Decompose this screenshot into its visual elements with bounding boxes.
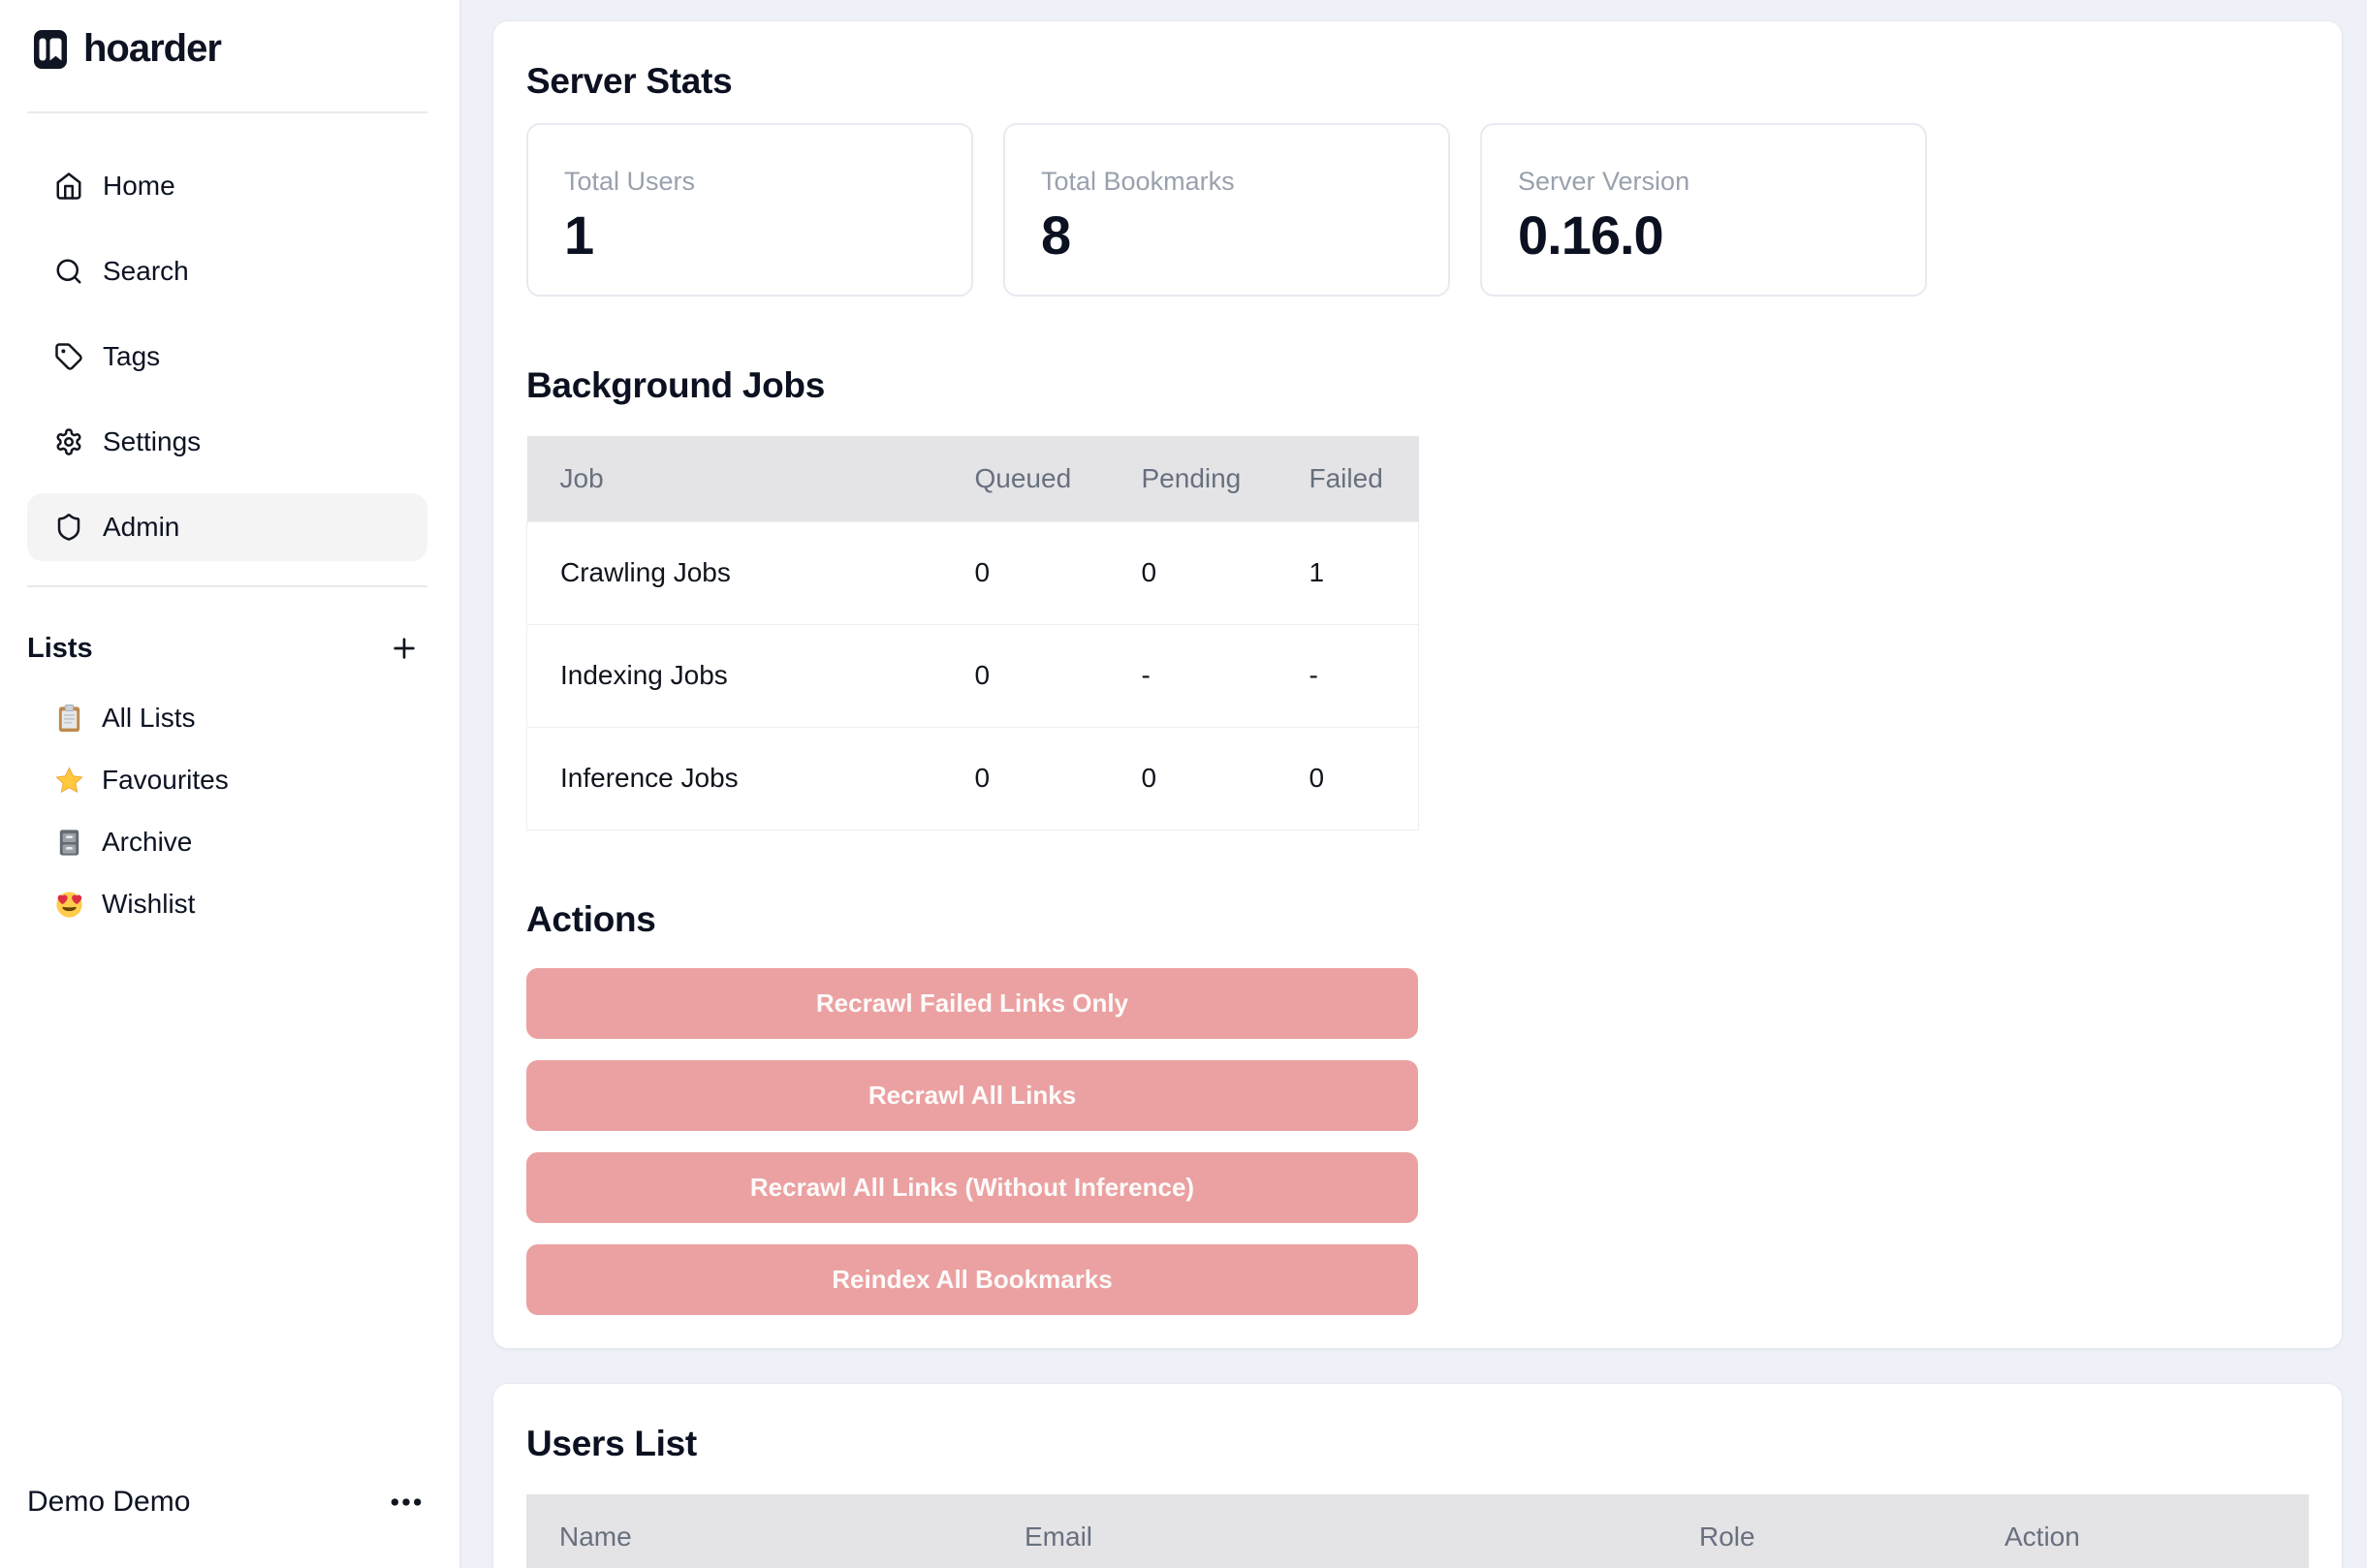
main-content: Server Stats Total Users 1 Total Bookmar…	[461, 0, 2367, 1568]
stat-card-total-bookmarks: Total Bookmarks 8	[1003, 123, 1450, 297]
stat-value: 0.16.0	[1518, 205, 1925, 266]
cell-job-name: Indexing Jobs	[527, 624, 975, 727]
heart-eyes-emoji-icon	[54, 890, 84, 920]
sidebar-item-home[interactable]: Home	[27, 152, 427, 220]
list-item-label: Favourites	[102, 765, 229, 796]
stat-card-server-version: Server Version 0.16.0	[1480, 123, 1927, 297]
sidebar-divider-top	[27, 111, 427, 113]
table-header-row: Job Queued Pending Failed	[527, 436, 1419, 521]
sidebar-item-settings[interactable]: Settings	[27, 408, 427, 476]
list-item-label: Wishlist	[102, 889, 195, 920]
list-item-all-lists[interactable]: All Lists	[27, 691, 427, 745]
sidebar: hoarder Home Search Tags Settings A	[0, 0, 461, 1568]
column-header-action: Action	[2004, 1494, 2309, 1568]
users-list-card: Users List Name Email Role Action	[492, 1383, 2343, 1568]
user-row: Demo Demo	[27, 1473, 427, 1531]
user-name: Demo Demo	[27, 1486, 190, 1519]
recrawl-failed-links-button[interactable]: Recrawl Failed Links Only	[526, 968, 1418, 1039]
home-icon	[54, 172, 83, 201]
table-row-indexing-jobs: Indexing Jobs 0 - -	[527, 624, 1419, 727]
lists: All Lists Favourites Archive	[27, 691, 427, 931]
ellipsis-icon	[385, 1483, 427, 1521]
server-stats-heading: Server Stats	[526, 60, 2309, 103]
background-jobs-table: Job Queued Pending Failed Crawling Jobs …	[526, 436, 1419, 831]
plus-icon	[389, 633, 420, 664]
cell-queued: 0	[975, 624, 1142, 727]
background-jobs-heading: Background Jobs	[526, 364, 2309, 407]
cell-failed: 0	[1310, 727, 1419, 830]
actions-list: Recrawl Failed Links Only Recrawl All Li…	[526, 968, 1418, 1315]
cell-job-name: Crawling Jobs	[527, 521, 975, 624]
recrawl-all-links-without-inference-button[interactable]: Recrawl All Links (Without Inference)	[526, 1152, 1418, 1223]
admin-panel-card: Server Stats Total Users 1 Total Bookmar…	[492, 20, 2343, 1349]
column-header-email: Email	[1025, 1494, 1699, 1568]
list-item-label: All Lists	[102, 703, 195, 734]
sidebar-item-search[interactable]: Search	[27, 237, 427, 305]
stat-label: Total Bookmarks	[1041, 166, 1448, 197]
stat-label: Total Users	[564, 166, 971, 197]
list-item-favourites[interactable]: Favourites	[27, 753, 427, 807]
sidebar-item-tags[interactable]: Tags	[27, 323, 427, 391]
sidebar-item-label: Search	[103, 256, 189, 287]
stat-value: 8	[1041, 205, 1448, 266]
tag-icon	[54, 342, 83, 371]
stat-card-total-users: Total Users 1	[526, 123, 973, 297]
hoarder-logo-icon	[34, 30, 67, 69]
cell-queued: 0	[975, 521, 1142, 624]
star-emoji-icon	[54, 766, 84, 796]
sidebar-item-label: Tags	[103, 341, 160, 372]
sidebar-divider-lists	[27, 585, 427, 587]
column-header-pending: Pending	[1142, 436, 1310, 521]
app-title: hoarder	[83, 27, 221, 71]
clipboard-emoji-icon	[54, 704, 84, 734]
settings-icon	[54, 427, 83, 456]
list-item-label: Archive	[102, 827, 192, 858]
list-item-archive[interactable]: Archive	[27, 815, 427, 869]
app-logo[interactable]: hoarder	[34, 27, 427, 71]
server-stats-row: Total Users 1 Total Bookmarks 8 Server V…	[526, 123, 2309, 297]
users-table: Name Email Role Action	[526, 1494, 2309, 1568]
column-header-queued: Queued	[975, 436, 1142, 521]
shield-icon	[54, 513, 83, 542]
file-cabinet-emoji-icon	[54, 828, 84, 858]
list-item-wishlist[interactable]: Wishlist	[27, 877, 427, 931]
cell-failed: -	[1310, 624, 1419, 727]
user-menu-button[interactable]	[385, 1483, 427, 1521]
app-root: hoarder Home Search Tags Settings A	[0, 0, 2367, 1568]
lists-header: Lists	[27, 629, 427, 668]
sidebar-nav: Home Search Tags Settings Admin	[27, 152, 427, 561]
column-header-failed: Failed	[1310, 436, 1419, 521]
cell-job-name: Inference Jobs	[527, 727, 975, 830]
cell-pending: 0	[1142, 521, 1310, 624]
actions-heading: Actions	[526, 898, 2309, 941]
reindex-all-bookmarks-button[interactable]: Reindex All Bookmarks	[526, 1244, 1418, 1315]
search-icon	[54, 257, 83, 286]
table-row-inference-jobs: Inference Jobs 0 0 0	[527, 727, 1419, 830]
table-header-row: Name Email Role Action	[526, 1494, 2309, 1568]
sidebar-item-label: Home	[103, 171, 175, 202]
sidebar-item-label: Admin	[103, 512, 179, 543]
cell-pending: -	[1142, 624, 1310, 727]
sidebar-item-label: Settings	[103, 426, 201, 457]
cell-pending: 0	[1142, 727, 1310, 830]
add-list-button[interactable]	[389, 633, 427, 664]
stat-value: 1	[564, 205, 971, 266]
cell-queued: 0	[975, 727, 1142, 830]
sidebar-item-admin[interactable]: Admin	[27, 493, 427, 561]
column-header-role: Role	[1699, 1494, 2004, 1568]
cell-failed: 1	[1310, 521, 1419, 624]
stat-label: Server Version	[1518, 166, 1925, 197]
column-header-job: Job	[527, 436, 975, 521]
lists-heading: Lists	[27, 633, 93, 665]
column-header-name: Name	[526, 1494, 1025, 1568]
table-row-crawling-jobs: Crawling Jobs 0 0 1	[527, 521, 1419, 624]
recrawl-all-links-button[interactable]: Recrawl All Links	[526, 1060, 1418, 1131]
users-list-heading: Users List	[526, 1423, 2309, 1465]
